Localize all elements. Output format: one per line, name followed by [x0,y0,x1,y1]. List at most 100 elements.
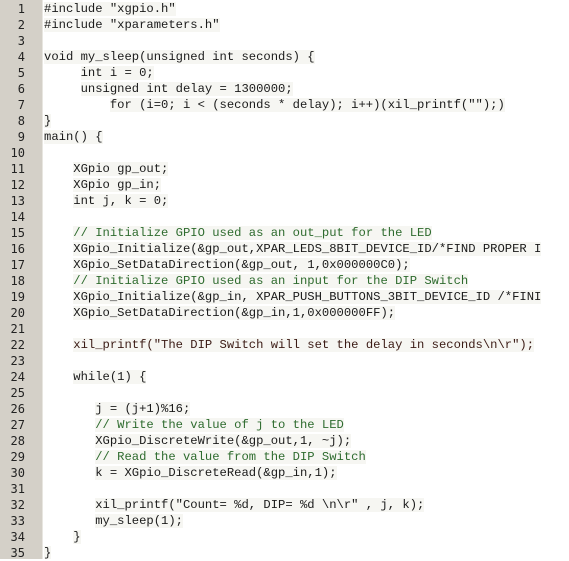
code-line[interactable]: void my_sleep(unsigned int seconds) { [44,49,569,65]
code-comment-line[interactable]: // Initialize GPIO used as an out_put fo… [44,225,569,241]
code-line[interactable]: xil_printf("The DIP Switch will set the … [44,337,569,353]
line-number: 14 [10,210,25,224]
code-text: // Initialize GPIO used as an input for … [73,274,469,288]
code-line[interactable] [44,353,569,369]
code-line[interactable]: XGpio_SetDataDirection(&gp_in,1,0x000000… [44,305,569,321]
code-text: #include "xgpio.h" [44,2,176,16]
code-text: k = XGpio_DiscreteRead(&gp_in,1); [95,466,337,480]
code-comment-line[interactable]: // Read the value from the DIP Switch [44,449,569,465]
code-line[interactable]: j = (j+1)%16; [44,401,569,417]
line-number-gutter: 1 2 3 4 5 6 7 8 9 10 11 12 13 14 15 16 17 18 19 20 21 22 23 24 2… [0,0,43,560]
code-text: my_sleep(1); [95,514,183,528]
code-line[interactable]: xil_printf("Count= %d, DIP= %d \n\r" , j… [44,497,569,513]
line-number: 29 [10,450,25,464]
code-text: } [44,114,52,128]
code-editor[interactable]: 1 2 3 4 5 6 7 8 9 10 11 12 13 14 15 16 17 18 19 20 21 22 23 24 2… [0,0,569,560]
code-area[interactable]: #include "xgpio.h" #include "xparameters.… [43,0,569,559]
code-text: // Read the value from the DIP Switch [95,450,366,464]
code-text: main() { [44,130,103,144]
code-text: unsigned int delay = 1300000; [80,82,293,96]
line-number: 16 [10,242,25,256]
code-line[interactable]: XGpio gp_in; [44,177,569,193]
line-number: 4 [17,50,25,64]
line-number: 24 [10,370,25,384]
code-line[interactable] [44,33,569,49]
code-comment-line[interactable]: // Initialize GPIO used as an input for … [44,273,569,289]
code-line[interactable]: int i = 0; [44,65,569,81]
code-text: void my_sleep(unsigned int seconds) { [44,50,315,64]
line-number: 7 [17,98,25,112]
code-text: j = (j+1)%16; [95,402,191,416]
line-number: 18 [10,274,25,288]
line-number: 22 [10,338,25,352]
line-number: 28 [10,434,25,448]
code-line[interactable]: XGpio_SetDataDirection(&gp_out, 1,0x0000… [44,257,569,273]
code-text: while(1) { [73,370,147,384]
line-number: 34 [10,530,25,544]
line-number: 10 [10,146,25,160]
code-line[interactable]: while(1) { [44,369,569,385]
code-text: xil_printf("The DIP Switch will set the … [73,338,535,352]
code-line[interactable]: my_sleep(1); [44,513,569,529]
line-number: 1 [17,2,25,16]
line-number: 33 [10,514,25,528]
code-line[interactable]: } [44,545,569,559]
code-text: XGpio gp_in; [73,178,162,192]
code-line[interactable]: #include "xparameters.h" [44,17,569,33]
code-line[interactable]: for (i=0; i < (seconds * delay); i++)(xi… [44,97,569,113]
code-text: int j, k = 0; [73,194,169,208]
code-line[interactable]: } [44,113,569,129]
code-text: for (i=0; i < (seconds * delay); i++)(xi… [109,98,505,112]
code-line[interactable]: XGpio_Initialize(&gp_in, XPAR_PUSH_BUTTO… [44,289,569,305]
line-number: 12 [10,178,25,192]
code-line[interactable]: main() { [44,129,569,145]
code-line[interactable] [44,321,569,337]
code-text: XGpio_Initialize(&gp_out,XPAR_LEDS_8BIT_… [73,242,542,256]
code-line[interactable]: XGpio_Initialize(&gp_out,XPAR_LEDS_8BIT_… [44,241,569,257]
code-line[interactable] [44,385,569,401]
code-line[interactable] [44,145,569,161]
code-text: // Initialize GPIO used as an out_put fo… [73,226,432,240]
line-number: 13 [10,194,25,208]
line-number: 19 [10,290,25,304]
code-comment-line[interactable]: // Write the value of j to the LED [44,417,569,433]
line-number: 27 [10,418,25,432]
line-number: 15 [10,226,25,240]
line-number: 31 [10,482,25,496]
code-line[interactable] [44,209,569,225]
line-number: 23 [10,354,25,368]
line-number: 17 [10,258,25,272]
code-line[interactable]: #include "xgpio.h" [44,1,569,17]
line-number: 9 [17,130,25,144]
code-line[interactable] [44,481,569,497]
code-text: // Write the value of j to the LED [95,418,344,432]
code-line[interactable]: unsigned int delay = 1300000; [44,81,569,97]
code-line[interactable]: k = XGpio_DiscreteRead(&gp_in,1); [44,465,569,481]
code-line[interactable]: XGpio gp_out; [44,161,569,177]
line-number: 26 [10,402,25,416]
code-text: XGpio_Initialize(&gp_in, XPAR_PUSH_BUTTO… [73,290,542,304]
code-line[interactable]: XGpio_DiscreteWrite(&gp_out,1, ~j); [44,433,569,449]
code-line[interactable]: int j, k = 0; [44,193,569,209]
code-text: XGpio_SetDataDirection(&gp_out, 1,0x0000… [73,258,410,272]
line-number: 20 [10,306,25,320]
code-line[interactable]: } [44,529,569,545]
code-text: #include "xparameters.h" [44,18,220,32]
line-number: 11 [10,162,25,176]
code-text: XGpio gp_out; [73,162,169,176]
